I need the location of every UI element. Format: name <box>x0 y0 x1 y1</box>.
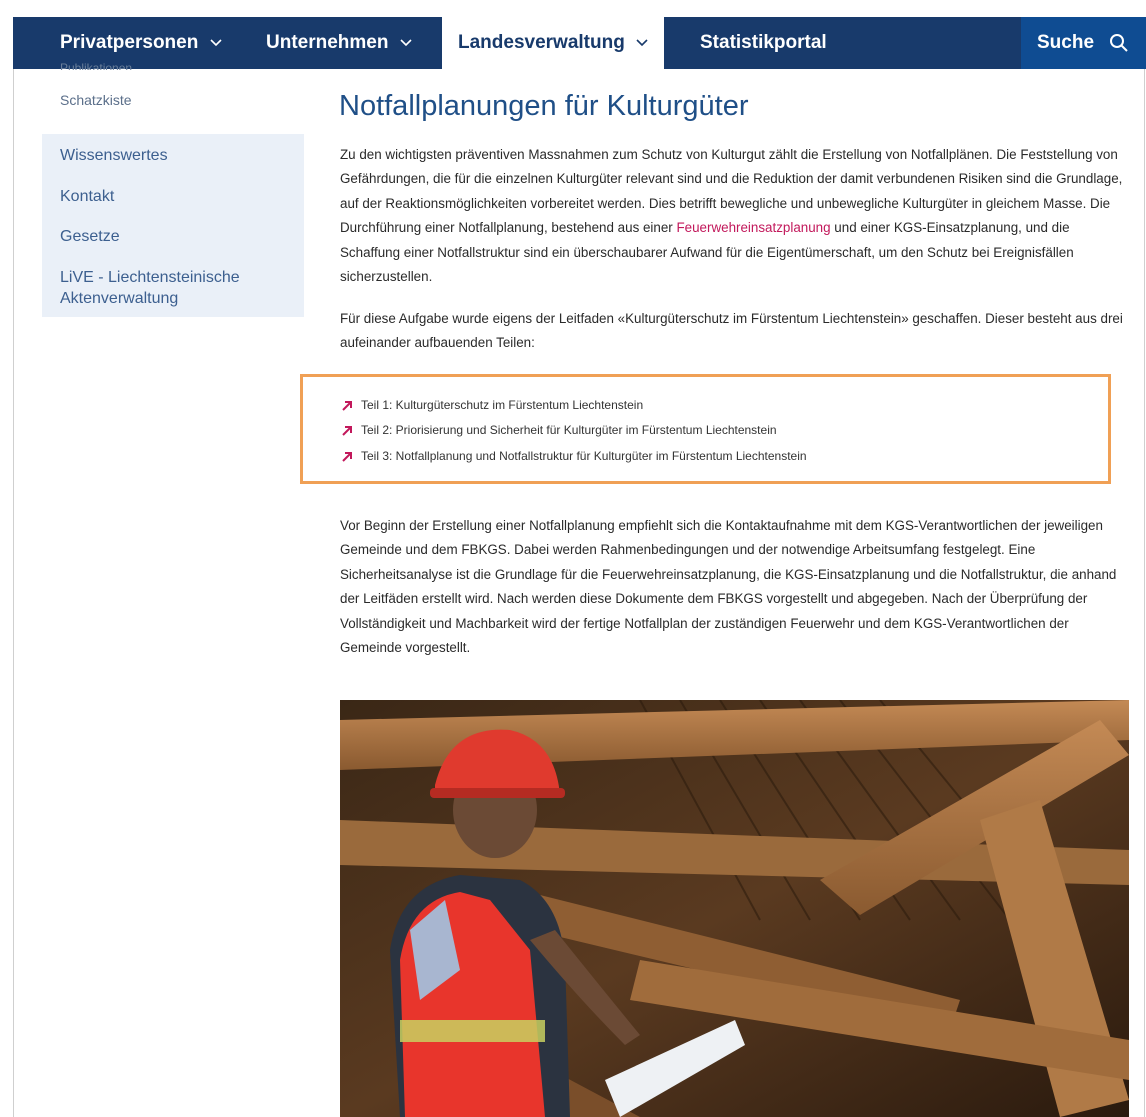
nav-label: Statistikportal <box>700 32 827 53</box>
sidebar-item-kontakt[interactable]: Kontakt <box>60 186 114 207</box>
download-link-teil-3[interactable]: Teil 3: Notfallplanung und Notfallstrukt… <box>342 449 807 463</box>
top-strip <box>13 0 1146 17</box>
roof-inspection-photo <box>340 700 1129 1117</box>
download-link-teil-2[interactable]: Teil 2: Priorisierung und Sicherheit für… <box>342 423 777 437</box>
feuerwehreinsatzplanung-link[interactable]: Feuerwehreinsatzplanung <box>676 220 830 235</box>
sidebar-item-schatzkiste[interactable]: Schatzkiste <box>60 92 132 108</box>
nav-landesverwaltung[interactable]: Landesverwaltung <box>442 17 665 69</box>
arrow-up-right-icon <box>342 452 352 463</box>
nav-label: Landesverwaltung <box>458 32 625 53</box>
download-link-teil-1[interactable]: Teil 1: Kulturgüterschutz im Fürstentum … <box>342 398 643 412</box>
arrow-up-right-icon <box>342 426 352 437</box>
chevron-down-icon <box>400 39 412 47</box>
sidebar-item-live[interactable]: LiVE - Liechtensteinische Aktenverwaltun… <box>60 267 270 309</box>
guide-paragraph: Für diese Aufgabe wurde eigens der Leitf… <box>340 311 1123 351</box>
download-label: Teil 1: Kulturgüterschutz im Fürstentum … <box>361 398 644 412</box>
nav-label: Privatpersonen <box>60 32 199 53</box>
download-label: Teil 2: Priorisierung und Sicherheit für… <box>361 423 777 437</box>
nav-statistikportal[interactable]: Statistikportal <box>700 17 827 69</box>
nav-unternehmen[interactable]: Unternehmen <box>266 17 412 69</box>
search-label: Suche <box>1037 32 1095 53</box>
arrow-up-right-icon <box>342 401 352 412</box>
sidebar-item-gesetze[interactable]: Gesetze <box>60 226 120 247</box>
search-icon <box>1110 34 1128 52</box>
download-label: Teil 3: Notfallplanung und Notfallstrukt… <box>361 449 807 463</box>
chevron-down-icon <box>210 39 222 47</box>
sidebar-item-publikationen[interactable]: Publikationen <box>60 62 132 70</box>
sidebar-item-wissenswertes[interactable]: Wissenswertes <box>60 145 168 166</box>
chevron-down-icon <box>636 39 648 47</box>
process-paragraph: Vor Beginn der Erstellung einer Notfallp… <box>340 518 1117 656</box>
intro-paragraph: Zu den wichtigsten präventiven Massnahme… <box>340 143 1130 289</box>
page-title: Notfallplanungen für Kulturgüter <box>339 90 749 122</box>
nav-label: Unternehmen <box>266 32 389 53</box>
search-button[interactable]: Suche <box>1021 17 1146 69</box>
